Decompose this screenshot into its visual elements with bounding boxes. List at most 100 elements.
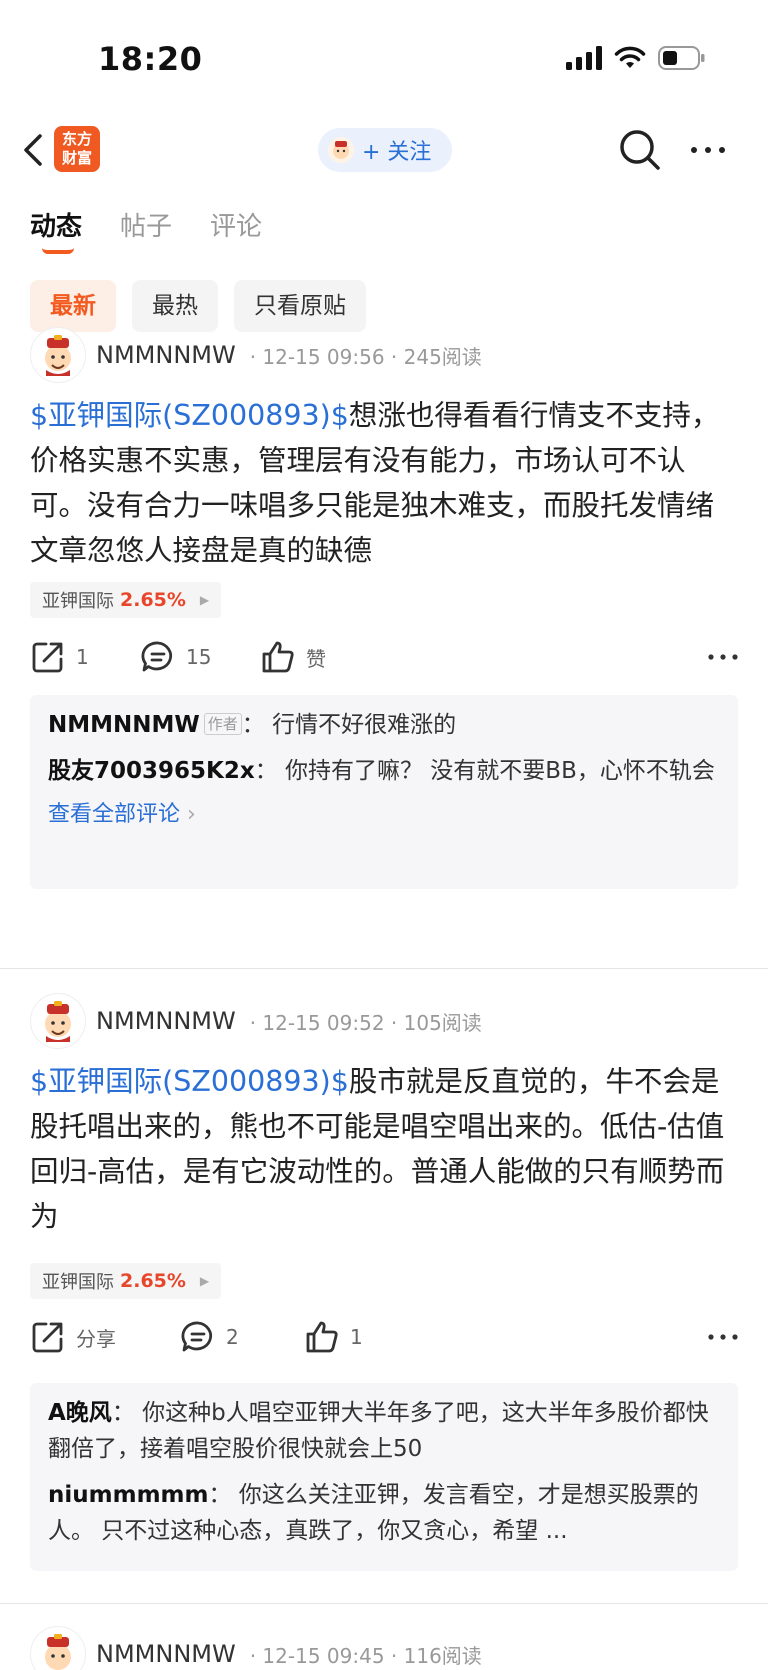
comment-preview-box[interactable]: NMMNNMW 作者： 行情不好很难涨的 股友7003965K2x： 你持有了嘛？… <box>30 695 738 889</box>
comment-preview-box[interactable]: A晚风： 你这种b人唱空亚钾大半年多了吧，这大半年多股价都快翻倍了，接着唱空股价… <box>30 1383 738 1571</box>
commenter-name[interactable]: NMMNNMW <box>48 712 200 738</box>
like-label: 赞 <box>306 646 326 671</box>
stock-tag-link[interactable]: $亚钾国际(SZ000893)$ <box>30 1065 349 1098</box>
thumbs-up-icon <box>262 641 294 673</box>
avatar[interactable] <box>30 327 86 383</box>
post-content[interactable]: $亚钾国际(SZ000893)$想涨也得看看行情支不支持，价格实惠不实惠，管理层… <box>30 393 740 573</box>
caishen-avatar-icon <box>45 1634 71 1670</box>
logo-text-line1: 东方 <box>61 130 92 148</box>
battery-icon <box>658 46 705 70</box>
tab-posts[interactable]: 帖子 <box>120 206 172 246</box>
caishen-avatar-icon <box>333 141 349 159</box>
user-avatar-small <box>328 137 354 163</box>
comment-text: 行情不好很难涨的 <box>272 712 457 738</box>
commenter-name[interactable]: A晚风 <box>48 1400 112 1426</box>
signal-icon <box>566 46 602 70</box>
comment-count: 15 <box>186 645 212 669</box>
avatar[interactable] <box>30 1626 86 1670</box>
avatar[interactable] <box>30 993 86 1049</box>
more-options-icon[interactable] <box>706 643 740 671</box>
post-meta: · 12-15 09:45 · 116阅读 <box>249 1643 482 1668</box>
comment-icon <box>141 641 173 672</box>
post-card[interactable]: NMMNNMW · 12-15 09:45 · 116阅读 <box>0 1626 768 1670</box>
status-icons <box>566 46 706 70</box>
comment-button[interactable]: 2 <box>180 1315 239 1359</box>
post-actions: 1 15 赞 <box>30 635 740 679</box>
caishen-avatar-icon <box>45 1001 71 1042</box>
tab-comments[interactable]: 评论 <box>210 206 262 246</box>
post-actions: 分享 2 1 <box>30 1315 740 1359</box>
author-name[interactable]: NMMNNMW <box>96 341 236 369</box>
more-options-icon[interactable] <box>706 1323 740 1351</box>
post-divider <box>0 968 768 969</box>
filter-original-only[interactable]: 只看原贴 <box>234 280 366 332</box>
thumbs-up-icon <box>306 1321 338 1353</box>
comment-item[interactable]: A晚风： 你这种b人唱空亚钾大半年多了吧，这大半年多股价都快翻倍了，接着唱空股价… <box>48 1395 720 1467</box>
sort-filters: 最新 最热 只看原贴 <box>30 280 366 332</box>
comment-separator: ： <box>254 758 278 784</box>
like-count: 1 <box>350 1325 363 1349</box>
share-label: 分享 <box>76 1326 116 1351</box>
post-header: NMMNNMW · 12-15 09:56 · 245阅读 <box>30 327 482 383</box>
tab-label: 评论 <box>210 212 263 242</box>
comment-icon <box>181 1321 213 1352</box>
share-button[interactable]: 分享 <box>30 1315 116 1359</box>
tab-dynamic[interactable]: 动态 <box>30 206 83 254</box>
author-name[interactable]: NMMNNMW <box>96 1007 236 1035</box>
stock-change-pct: 2.65% <box>120 589 186 611</box>
play-arrow-icon: ▶ <box>199 593 210 607</box>
comment-item[interactable]: NMMNNMW 作者： 行情不好很难涨的 <box>48 707 720 743</box>
author-badge: 作者 <box>203 713 242 735</box>
caishen-avatar-icon <box>45 335 71 376</box>
comment-separator: ： <box>241 712 265 738</box>
comment-button[interactable]: 15 <box>140 635 211 679</box>
chevron-right-icon: › <box>187 802 196 827</box>
wifi-icon <box>614 46 646 68</box>
filter-hottest[interactable]: 最热 <box>132 280 218 332</box>
comment-item[interactable]: niummmmm： 你这么关注亚钾，发言看空，才是想买股票的人。 只不过这种心态… <box>48 1477 720 1549</box>
stock-name: 亚钾国际 <box>42 1272 114 1293</box>
comment-text: 你持有了嘛？ 没有就不要BB，心怀不轨会 <box>285 758 715 784</box>
follow-label: + 关注 <box>362 140 432 165</box>
share-button[interactable]: 1 <box>30 635 89 679</box>
view-all-comments-link[interactable]: 查看全部评论 › <box>48 799 720 831</box>
search-icon[interactable] <box>618 128 662 172</box>
like-button[interactable]: 1 <box>304 1315 363 1359</box>
back-icon[interactable] <box>16 130 50 170</box>
filter-latest[interactable]: 最新 <box>30 280 116 332</box>
like-button[interactable]: 赞 <box>260 635 326 679</box>
tab-label: 帖子 <box>120 212 173 242</box>
post-divider <box>0 1603 768 1604</box>
active-tab-indicator <box>42 248 74 254</box>
stock-chip[interactable]: 亚钾国际 2.65% ▶ <box>30 582 222 618</box>
view-all-label: 查看全部评论 <box>48 802 181 827</box>
post-meta: · 12-15 09:52 · 105阅读 <box>249 1010 482 1035</box>
comment-separator: ： <box>111 1400 135 1426</box>
nav-bar: 东方 财富 + 关注 <box>0 118 768 182</box>
post-content[interactable]: $亚钾国际(SZ000893)$股市就是反直觉的，牛不会是股托唱出来的，熊也不可… <box>30 1059 740 1239</box>
post-header: NMMNNMW · 12-15 09:45 · 116阅读 <box>30 1626 482 1670</box>
comment-item[interactable]: 股友7003965K2x： 你持有了嘛？ 没有就不要BB，心怀不轨会 <box>48 753 720 789</box>
post-meta: · 12-15 09:56 · 245阅读 <box>249 344 482 369</box>
app-logo[interactable]: 东方 财富 <box>54 126 100 172</box>
more-options-icon[interactable] <box>688 136 728 164</box>
post-card[interactable]: NMMNNMW · 12-15 09:56 · 245阅读 $亚钾国际(SZ00… <box>0 327 768 907</box>
commenter-name[interactable]: niummmmm <box>48 1482 208 1508</box>
follow-button[interactable]: + 关注 <box>318 128 452 172</box>
stock-chip[interactable]: 亚钾国际 2.65% ▶ <box>30 1263 222 1299</box>
comment-separator: ： <box>208 1482 232 1508</box>
comment-count: 2 <box>226 1325 239 1349</box>
status-bar: 18:20 <box>0 0 768 120</box>
stock-change-pct: 2.65% <box>120 1270 186 1292</box>
author-name[interactable]: NMMNNMW <box>96 1640 236 1668</box>
tab-label: 动态 <box>30 212 83 242</box>
stock-tag-link[interactable]: $亚钾国际(SZ000893)$ <box>30 399 349 432</box>
logo-text-line2: 财富 <box>61 149 92 167</box>
play-arrow-icon: ▶ <box>199 1274 210 1288</box>
stock-name: 亚钾国际 <box>42 591 114 612</box>
post-card[interactable]: NMMNNMW · 12-15 09:52 · 105阅读 $亚钾国际(SZ00… <box>0 993 768 1593</box>
share-icon <box>32 642 63 673</box>
post-header: NMMNNMW · 12-15 09:52 · 105阅读 <box>30 993 482 1049</box>
content-tabs: 动态 帖子 评论 <box>30 206 262 254</box>
commenter-name[interactable]: 股友7003965K2x <box>48 758 255 784</box>
